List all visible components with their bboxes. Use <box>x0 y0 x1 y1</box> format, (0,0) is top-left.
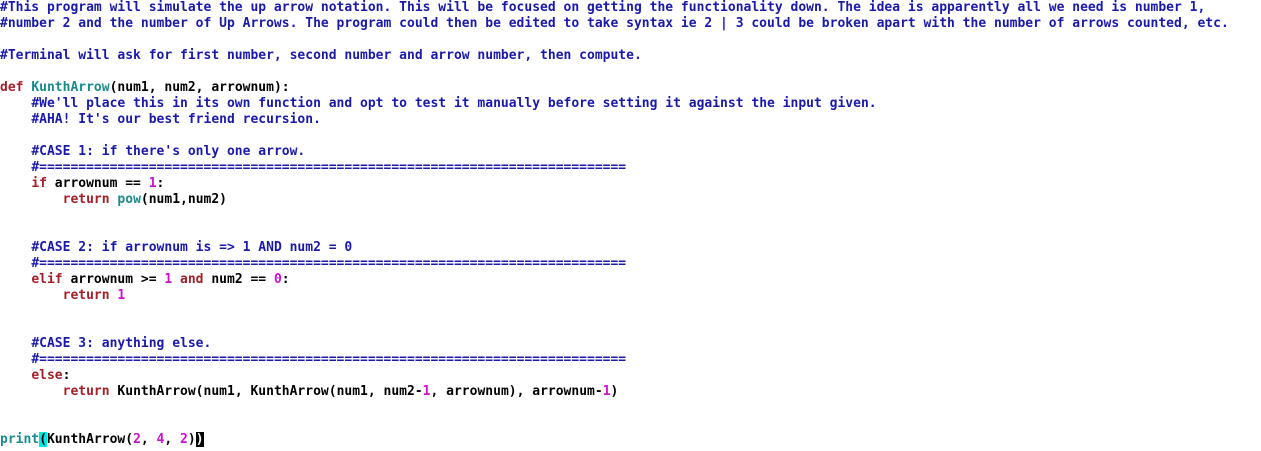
code-line[interactable]: #=======================================… <box>0 160 626 176</box>
number-literal: 1 <box>117 288 126 303</box>
code-comment: #Terminal will ask for first number, sec… <box>0 48 642 63</box>
code-keyword: elif <box>31 272 63 287</box>
code-keyword: if <box>31 176 47 191</box>
code-comment: #CASE 2: if arrownum is => 1 AND num2 = … <box>31 240 353 255</box>
code-comment: #=======================================… <box>31 160 627 175</box>
code-text: ) <box>610 384 619 399</box>
builtin-function: pow <box>117 192 141 207</box>
builtin-function: print <box>0 432 40 447</box>
code-line[interactable]: #CASE 2: if arrownum is => 1 AND num2 = … <box>0 240 352 256</box>
code-text: , arrownum), arrownum- <box>430 384 603 399</box>
code-text: : <box>62 368 71 383</box>
code-line[interactable]: elif arrownum >= 1 and num2 == 0: <box>0 272 290 288</box>
number-literal: 0 <box>273 272 282 287</box>
code-keyword: else <box>31 368 63 383</box>
number-literal: 2 <box>180 432 188 447</box>
number-literal: 2 <box>133 432 141 447</box>
code-text: arrownum == <box>46 176 149 191</box>
code-line[interactable]: return KunthArrow(num1, KunthArrow(num1,… <box>0 384 619 400</box>
code-comment: #=======================================… <box>31 256 627 271</box>
code-comment: #=======================================… <box>31 352 627 367</box>
matching-paren: ) <box>195 432 204 447</box>
code-keyword: return <box>62 384 110 399</box>
code-text: KunthArrow( <box>46 432 134 447</box>
function-name: KunthArrow <box>31 80 110 95</box>
code-line[interactable]: print(KunthArrow(2, 4, 2)) <box>0 432 204 448</box>
code-comment: #This program will simulate the up arrow… <box>0 0 1206 15</box>
code-line[interactable]: #=======================================… <box>0 256 626 272</box>
code-line[interactable]: #CASE 3: anything else. <box>0 336 211 352</box>
code-comment: #number 2 and the number of Up Arrows. T… <box>0 16 1229 31</box>
code-text: arrownum >= <box>62 272 165 287</box>
code-text: (num1,num2) <box>140 192 227 207</box>
code-text: KunthArrow(num1, KunthArrow(num1, num2- <box>109 384 423 399</box>
code-line[interactable]: #=======================================… <box>0 352 626 368</box>
code-keyword: return <box>62 288 110 303</box>
code-line[interactable]: return pow(num1,num2) <box>0 192 227 208</box>
code-line[interactable]: #number 2 and the number of Up Arrows. T… <box>0 16 1229 32</box>
code-keyword: and <box>180 272 204 287</box>
code-line[interactable]: #Terminal will ask for first number, sec… <box>0 48 642 64</box>
code-text: (num1, num2, arrownum): <box>109 80 290 95</box>
code-text: num2 == <box>203 272 274 287</box>
code-line[interactable]: #CASE 1: if there's only one arrow. <box>0 144 305 160</box>
code-comment: #AHA! It's our best friend recursion. <box>31 112 321 127</box>
number-literal: 1 <box>422 384 431 399</box>
code-line[interactable]: def KunthArrow(num1, num2, arrownum): <box>0 80 290 96</box>
code-text: : <box>156 176 165 191</box>
code-text: , <box>164 432 181 447</box>
code-comment: #We'll place this in its own function an… <box>31 96 877 111</box>
code-line[interactable]: if arrownum == 1: <box>0 176 164 192</box>
code-comment: #CASE 3: anything else. <box>31 336 212 351</box>
code-line[interactable]: #We'll place this in its own function an… <box>0 96 877 112</box>
code-comment: #CASE 1: if there's only one arrow. <box>31 144 306 159</box>
code-line[interactable]: #AHA! It's our best friend recursion. <box>0 112 321 128</box>
code-line[interactable]: #This program will simulate the up arrow… <box>0 0 1205 16</box>
text-cursor: ( <box>39 432 47 447</box>
code-text: ) <box>187 432 196 447</box>
code-text: , <box>140 432 157 447</box>
code-line[interactable]: return 1 <box>0 288 126 304</box>
code-keyword: def <box>0 80 24 95</box>
number-literal: 1 <box>602 384 611 399</box>
code-text: : <box>281 272 290 287</box>
code-line[interactable]: else: <box>0 368 70 384</box>
number-literal: 1 <box>148 176 157 191</box>
code-editor[interactable]: #This program will simulate the up arrow… <box>0 0 1261 451</box>
code-keyword: return <box>62 192 110 207</box>
